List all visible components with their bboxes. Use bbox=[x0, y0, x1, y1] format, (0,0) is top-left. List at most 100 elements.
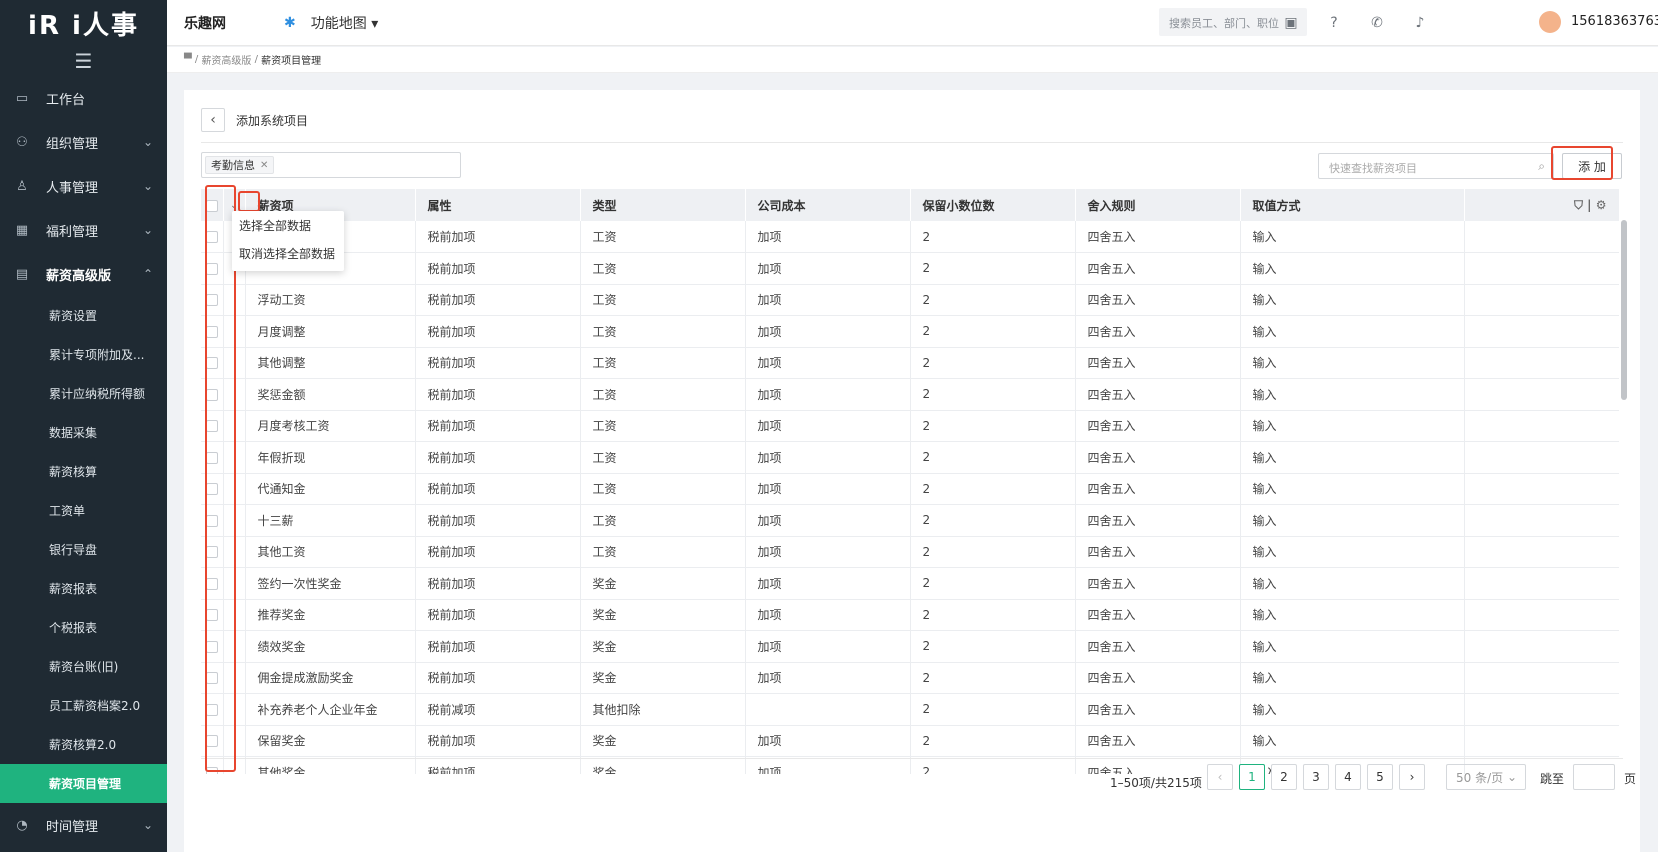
sidebar-subitem[interactable]: 累计专项附加及... bbox=[0, 335, 167, 374]
sidebar-subitem[interactable]: 数据采集 bbox=[0, 413, 167, 452]
row-checkbox-cell bbox=[201, 756, 224, 774]
table-row[interactable]: 绩效奖金 税前加项 奖金 加项 2 四舍五入 输入 bbox=[201, 630, 1619, 663]
sidebar-subitem[interactable]: 累计应纳税所得额 bbox=[0, 374, 167, 413]
table-row[interactable]: 其他调整 税前加项 工资 加项 2 四舍五入 输入 bbox=[201, 347, 1619, 379]
settings-icon[interactable]: ✱ bbox=[284, 15, 296, 31]
row-checkbox[interactable] bbox=[205, 640, 218, 653]
filter-select[interactable]: 考勤信息 ✕ bbox=[201, 152, 461, 178]
filter-icon[interactable]: ⛉ bbox=[1574, 198, 1583, 212]
table-row[interactable]: 保留奖金 税前加项 奖金 加项 2 四舍五入 输入 bbox=[201, 725, 1619, 757]
row-checkbox[interactable] bbox=[205, 388, 218, 401]
jump-input[interactable] bbox=[1573, 764, 1615, 790]
table-row[interactable]: 年假折现 税前加项 工资 加项 2 四舍五入 输入 bbox=[201, 441, 1619, 474]
row-checkbox[interactable] bbox=[205, 735, 218, 748]
page-size-select[interactable]: 50 条/页 ⌄ bbox=[1446, 764, 1526, 790]
table-cell: 加项 bbox=[745, 252, 911, 285]
sidebar-item[interactable]: ▤ 薪资高级版 ⌃ bbox=[0, 252, 167, 296]
table-row[interactable]: 推荐奖金 税前加项 奖金 加项 2 四舍五入 输入 bbox=[201, 599, 1619, 631]
scrollbar[interactable] bbox=[1621, 220, 1627, 400]
row-checkbox[interactable] bbox=[205, 672, 218, 685]
row-checkbox[interactable] bbox=[205, 325, 218, 338]
sidebar-item[interactable]: ◔ 时间管理 ⌄ bbox=[0, 803, 167, 847]
table-row[interactable]: 奖惩金额 税前加项 工资 加项 2 四舍五入 输入 bbox=[201, 378, 1619, 411]
page-button[interactable]: 3 bbox=[1303, 764, 1329, 790]
prev-page-button[interactable]: ‹ bbox=[1207, 764, 1233, 790]
row-checkbox[interactable] bbox=[205, 703, 218, 716]
sidebar-subitem[interactable]: 员工薪资档案2.0 bbox=[0, 686, 167, 725]
user-name[interactable]: 15618363763 bbox=[1571, 14, 1658, 29]
row-checkbox-cell bbox=[201, 378, 224, 411]
sidebar-subitem[interactable]: 工资单 bbox=[0, 491, 167, 530]
gear-icon[interactable]: ⚙ bbox=[1596, 198, 1607, 212]
sidebar-subitem[interactable]: 薪资核算2.0 bbox=[0, 725, 167, 764]
table-row[interactable]: 十三薪 税前加项 工资 加项 2 四舍五入 输入 bbox=[201, 504, 1619, 537]
clock-icon: ◔ bbox=[16, 817, 28, 833]
help-icon[interactable]: ? bbox=[1323, 12, 1345, 34]
row-actions bbox=[1464, 693, 1619, 726]
quick-search-input[interactable]: 快速查找薪资项目 ⌕ bbox=[1318, 153, 1554, 179]
table-row[interactable]: 签约一次性奖金 税前加项 奖金 加项 2 四舍五入 输入 bbox=[201, 567, 1619, 600]
select-all-checkbox[interactable] bbox=[205, 199, 218, 212]
row-checkbox[interactable] bbox=[205, 420, 218, 433]
sidebar-subitem[interactable]: 薪资项目管理 bbox=[0, 764, 167, 803]
table-cell: 输入 bbox=[1240, 536, 1465, 568]
sidebar-subitem[interactable]: 薪资报表 bbox=[0, 569, 167, 608]
table-row[interactable]: 佣金提成激励奖金 税前加项 奖金 加项 2 四舍五入 输入 bbox=[201, 662, 1619, 694]
row-actions bbox=[1464, 504, 1619, 537]
back-button[interactable]: ‹ bbox=[201, 108, 225, 132]
home-icon[interactable]: ▀ bbox=[184, 54, 192, 65]
function-map-menu[interactable]: 功能地图 ▾ bbox=[311, 13, 378, 33]
table-row[interactable]: 其他工资 税前加项 工资 加项 2 四舍五入 输入 bbox=[201, 536, 1619, 568]
sidebar-item[interactable]: ⚇ 组织管理 ⌄ bbox=[0, 120, 167, 164]
sidebar-subitem[interactable]: 个税报表 bbox=[0, 608, 167, 647]
video-icon[interactable]: ▣ bbox=[1280, 12, 1302, 34]
page-button[interactable]: 2 bbox=[1271, 764, 1297, 790]
row-checkbox[interactable] bbox=[205, 546, 218, 559]
row-checkbox[interactable] bbox=[205, 609, 218, 622]
table-row[interactable]: 补充养老个人企业年金 税前减项 其他扣除 2 四舍五入 输入 bbox=[201, 693, 1619, 726]
table-cell: 2 bbox=[910, 725, 1076, 757]
table-row[interactable]: 浮动工资 税前加项 工资 加项 2 四舍五入 输入 bbox=[201, 284, 1619, 316]
phone-icon[interactable]: ✆ bbox=[1366, 12, 1388, 34]
table-row[interactable]: 代通知金 税前加项 工资 加项 2 四舍五入 输入 bbox=[201, 473, 1619, 505]
close-icon[interactable]: ✕ bbox=[260, 160, 268, 171]
company-name[interactable]: 乐趣网 bbox=[184, 13, 284, 33]
table-row[interactable]: 月度考核工资 税前加项 工资 加项 2 四舍五入 输入 bbox=[201, 410, 1619, 442]
row-checkbox[interactable] bbox=[205, 514, 218, 527]
table-row[interactable]: 税前加项 工资 加项 2 四舍五入 输入 bbox=[201, 252, 1619, 285]
row-checkbox[interactable] bbox=[205, 577, 218, 590]
page-button[interactable]: 1 bbox=[1239, 764, 1265, 790]
page-button[interactable]: 4 bbox=[1335, 764, 1361, 790]
table-row[interactable]: 月度调整 税前加项 工资 加项 2 四舍五入 输入 bbox=[201, 315, 1619, 348]
row-checkbox[interactable] bbox=[205, 766, 218, 774]
table-cell: 四舍五入 bbox=[1075, 410, 1241, 442]
breadcrumb-level1[interactable]: 薪资高级版 bbox=[201, 52, 251, 67]
menu-toggle-icon[interactable]: ☰ bbox=[0, 46, 167, 76]
sidebar-subitem[interactable]: 银行导盘 bbox=[0, 530, 167, 569]
table-cell: 2 bbox=[910, 693, 1076, 726]
bell-icon[interactable]: ♪ bbox=[1409, 12, 1431, 34]
add-button[interactable]: 添 加 bbox=[1562, 153, 1622, 179]
row-checkbox[interactable] bbox=[205, 357, 218, 370]
row-checkbox[interactable] bbox=[205, 231, 218, 243]
sidebar-item[interactable]: ♙ 人事管理 ⌄ bbox=[0, 164, 167, 208]
row-actions bbox=[1464, 567, 1619, 600]
sidebar-item[interactable]: ▭ 工作台 bbox=[0, 76, 167, 120]
table-cell: 浮动工资 bbox=[245, 284, 416, 316]
table-row[interactable]: 税前加项 工资 加项 2 四舍五入 输入 bbox=[201, 221, 1619, 253]
deselect-all-data-item[interactable]: 取消选择全部数据 bbox=[232, 239, 344, 267]
row-checkbox[interactable] bbox=[205, 294, 218, 307]
row-checkbox[interactable] bbox=[205, 451, 218, 464]
next-page-button[interactable]: › bbox=[1399, 764, 1425, 790]
sidebar-subitem[interactable]: 薪资设置 bbox=[0, 296, 167, 335]
select-all-data-item[interactable]: 选择全部数据 bbox=[232, 211, 344, 239]
avatar[interactable] bbox=[1539, 11, 1561, 33]
table-cell: 税前加项 bbox=[415, 252, 581, 285]
sidebar-subitem[interactable]: 薪资核算 bbox=[0, 452, 167, 491]
table-cell: 加项 bbox=[745, 630, 911, 663]
page-button[interactable]: 5 bbox=[1367, 764, 1393, 790]
row-checkbox[interactable] bbox=[205, 483, 218, 496]
sidebar-subitem[interactable]: 薪资台账(旧) bbox=[0, 647, 167, 686]
row-checkbox[interactable] bbox=[205, 262, 218, 275]
sidebar-item[interactable]: ▦ 福利管理 ⌄ bbox=[0, 208, 167, 252]
